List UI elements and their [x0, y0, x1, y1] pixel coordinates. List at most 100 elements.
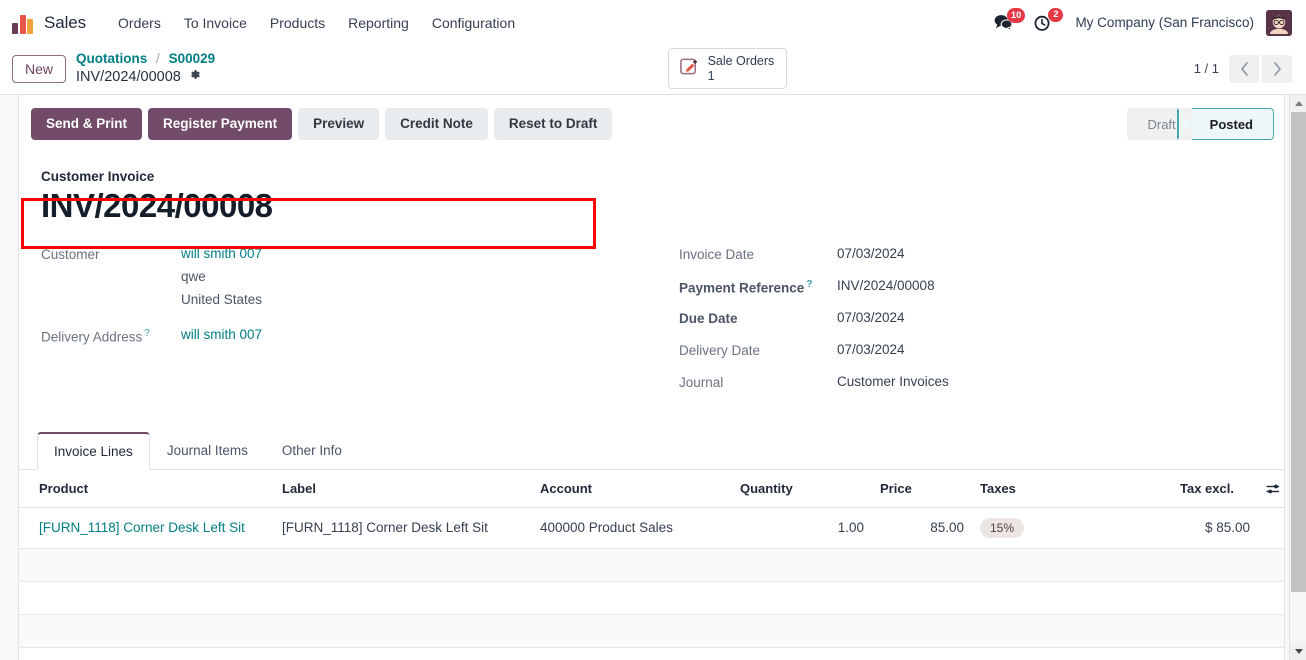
register-payment-button[interactable]: Register Payment — [148, 108, 293, 140]
messages-count-badge: 10 — [1006, 8, 1026, 23]
field-delivery-address-value[interactable]: will smith 007 — [181, 327, 262, 342]
table-header-row: Product Label Account Quantity Price Tax… — [19, 470, 1284, 509]
chevron-left-icon — [1240, 61, 1248, 76]
table-empty-row-3 — [19, 614, 1284, 648]
help-icon-delivery-address[interactable]: ? — [144, 328, 150, 339]
field-invoice-date-value[interactable]: 07/03/2024 — [837, 246, 905, 261]
pencil-square-icon — [679, 56, 700, 82]
invoice-lines-body: [FURN_1118] Corner Desk Left Sit [FURN_1… — [19, 507, 1284, 648]
page-title: INV/2024/00008 — [41, 187, 273, 224]
control-panel: New Quotations / S00029 INV/2024/00008 S… — [0, 45, 1306, 95]
menu-reporting[interactable]: Reporting — [338, 9, 419, 37]
field-delivery-address-label: Delivery Address? — [41, 327, 181, 345]
menu-orders[interactable]: Orders — [108, 9, 171, 37]
left-field-column: Customer will smith 007 qwe United State… — [41, 246, 661, 406]
breadcrumb-separator: / — [156, 51, 160, 66]
stat-button-value: 1 — [707, 68, 715, 83]
notebook: Invoice Lines Journal Items Other Info P… — [19, 432, 1284, 648]
cell-tax-excl: $ 85.00 — [1172, 507, 1284, 549]
app-name[interactable]: Sales — [44, 13, 86, 33]
cell-product[interactable]: [FURN_1118] Corner Desk Left Sit — [19, 507, 274, 549]
pager-next-button[interactable] — [1262, 54, 1293, 83]
cell-price[interactable]: 85.00 — [872, 507, 972, 549]
column-header-price[interactable]: Price — [872, 470, 972, 509]
menu-to-invoice[interactable]: To Invoice — [174, 9, 257, 37]
field-delivery-date: Delivery Date 07/03/2024 — [679, 342, 1262, 364]
column-header-tax-excl-text: Tax excl. — [1180, 481, 1234, 497]
field-invoice-date-label: Invoice Date — [679, 247, 755, 263]
stat-button-text: Sale Orders 1 — [708, 54, 775, 83]
cell-taxes[interactable]: 15% — [972, 507, 1172, 549]
column-header-quantity[interactable]: Quantity — [732, 470, 872, 509]
field-customer-value-group: will smith 007 qwe United States — [181, 246, 262, 307]
odoo-logo-icon[interactable] — [12, 12, 34, 34]
tab-other-info[interactable]: Other Info — [265, 432, 359, 470]
table-empty-row-2 — [19, 581, 1284, 615]
breadcrumb-top: Quotations / S00029 — [76, 51, 215, 68]
breadcrumb-current: INV/2024/00008 — [76, 68, 215, 86]
help-icon-payment-reference[interactable]: ? — [806, 279, 812, 290]
gear-icon[interactable] — [188, 68, 201, 85]
avatar[interactable] — [1266, 9, 1292, 36]
column-header-taxes[interactable]: Taxes — [972, 470, 1172, 509]
new-button[interactable]: New — [12, 54, 67, 83]
table-row[interactable]: [FURN_1118] Corner Desk Left Sit [FURN_1… — [19, 507, 1284, 549]
vertical-scrollbar[interactable] — [1289, 95, 1306, 660]
empty-cell-1 — [19, 548, 1284, 582]
cell-quantity[interactable]: 1.00 — [732, 507, 872, 549]
field-payment-reference: Payment Reference? INV/2024/00008 — [679, 278, 1262, 300]
breadcrumb: Quotations / S00029 INV/2024/00008 — [76, 51, 215, 86]
send-and-print-button[interactable]: Send & Print — [31, 108, 143, 140]
customer-address-line-1: qwe — [181, 269, 206, 285]
breadcrumb-item-quotations[interactable]: Quotations — [76, 51, 147, 66]
pager: 1 / 1 — [1194, 54, 1293, 83]
invoice-lines-table: Product Label Account Quantity Price Tax… — [19, 470, 1284, 648]
field-customer-value[interactable]: will smith 007 — [181, 246, 262, 261]
messages-button[interactable]: 10 — [988, 8, 1027, 35]
invoice-sheet: Send & Print Register Payment Preview Cr… — [18, 95, 1285, 660]
reset-to-draft-button[interactable]: Reset to Draft — [493, 108, 613, 140]
column-header-label[interactable]: Label — [274, 470, 532, 509]
tax-badge: 15% — [980, 518, 1025, 538]
field-payment-reference-label: Payment Reference? — [679, 278, 837, 296]
stat-button-sale-orders[interactable]: Sale Orders 1 — [667, 48, 788, 89]
field-payment-reference-value[interactable]: INV/2024/00008 — [837, 278, 935, 293]
field-due-date-value[interactable]: 07/03/2024 — [837, 310, 905, 325]
scrollbar-thumb[interactable] — [1291, 112, 1306, 592]
statusbar: Send & Print Register Payment Preview Cr… — [19, 95, 1284, 153]
tab-journal-items[interactable]: Journal Items — [150, 432, 265, 470]
status-stage-posted[interactable]: Posted — [1176, 108, 1274, 140]
cell-account[interactable]: 400000 Product Sales — [532, 507, 732, 549]
field-journal-value[interactable]: Customer Invoices — [837, 374, 949, 389]
breadcrumb-item-s00029[interactable]: S00029 — [169, 51, 216, 66]
chevron-right-icon — [1273, 61, 1281, 76]
field-delivery-address-label-text: Delivery Address — [41, 329, 143, 345]
form-view-area: Send & Print Register Payment Preview Cr… — [0, 95, 1306, 660]
right-field-column: Invoice Date 07/03/2024 Payment Referenc… — [661, 246, 1262, 406]
field-delivery-date-value[interactable]: 07/03/2024 — [837, 342, 905, 357]
column-header-account[interactable]: Account — [532, 470, 732, 509]
activities-count-badge: 2 — [1048, 7, 1064, 22]
credit-note-button[interactable]: Credit Note — [385, 108, 488, 140]
field-due-date: Due Date 07/03/2024 — [679, 310, 1262, 332]
field-journal-label: Journal — [679, 375, 724, 391]
tab-invoice-lines[interactable]: Invoice Lines — [37, 432, 150, 471]
invoice-lines-header: Product Label Account Quantity Price Tax… — [19, 470, 1284, 509]
navbar-right-group: 10 2 My Company (San Francisco) — [988, 7, 1292, 36]
pager-previous-button[interactable] — [1229, 54, 1260, 83]
column-header-tax-excl[interactable]: Tax excl. — [1172, 470, 1284, 509]
document-type-label: Customer Invoice — [41, 169, 155, 184]
activities-button[interactable]: 2 — [1027, 7, 1065, 36]
scroll-down-arrow-icon[interactable] — [1290, 643, 1306, 660]
column-header-product[interactable]: Product — [19, 470, 274, 509]
menu-products[interactable]: Products — [260, 9, 335, 37]
cell-label[interactable]: [FURN_1118] Corner Desk Left Sit — [274, 507, 532, 549]
preview-button[interactable]: Preview — [298, 108, 380, 140]
cell-product-link[interactable]: [FURN_1118] Corner Desk Left Sit — [39, 520, 245, 535]
scroll-up-arrow-icon[interactable] — [1290, 95, 1306, 112]
column-options-icon[interactable] — [1266, 483, 1280, 495]
menu-configuration[interactable]: Configuration — [422, 9, 525, 37]
empty-cell-3 — [19, 614, 1284, 648]
customer-address-line-2: United States — [181, 292, 263, 308]
company-switcher[interactable]: My Company (San Francisco) — [1075, 15, 1254, 30]
